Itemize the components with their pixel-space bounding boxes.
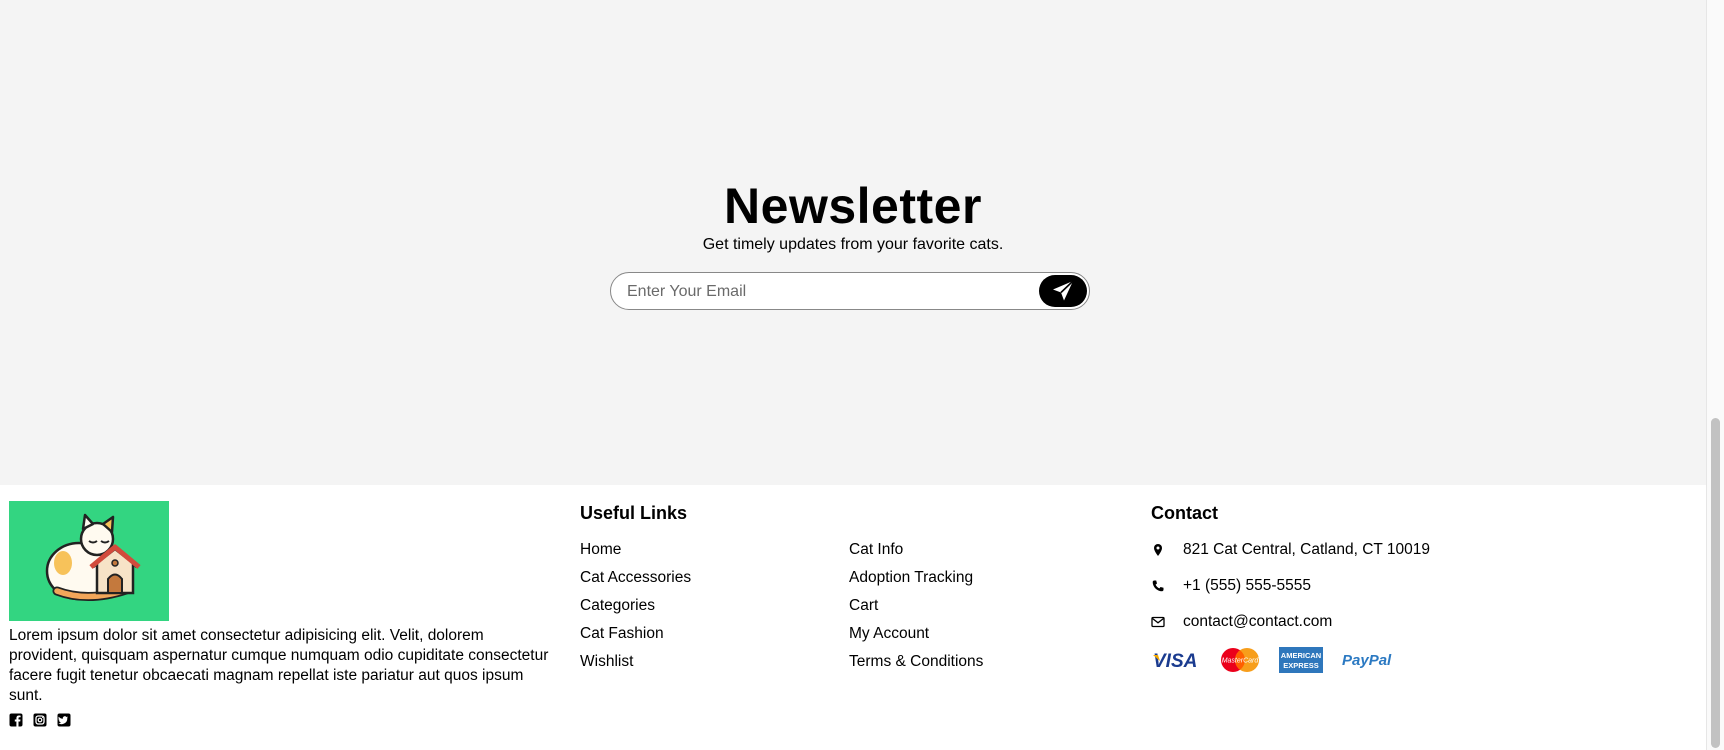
send-icon: [1051, 279, 1075, 303]
link-adoption-tracking[interactable]: Adoption Tracking: [849, 568, 983, 596]
contact-phone: +1 (555) 555-5555: [1151, 576, 1311, 596]
visa-logo: VISA: [1153, 651, 1197, 671]
useful-links-title: Useful Links: [580, 503, 688, 523]
phone-icon: [1151, 579, 1165, 593]
vertical-scrollbar[interactable]: [1706, 0, 1724, 750]
social-links: [9, 713, 71, 727]
contact-email: contact@contact.com: [1151, 612, 1332, 632]
contact-address: 821 Cat Central, Catland, CT 10019: [1151, 540, 1430, 560]
scrollbar-thumb[interactable]: [1711, 418, 1720, 748]
contact-title: Contact: [1151, 503, 1218, 523]
email-text[interactable]: contact@contact.com: [1183, 612, 1332, 632]
link-cat-accessories[interactable]: Cat Accessories: [580, 568, 691, 596]
newsletter-form: [610, 272, 1090, 310]
amex-text-line2: EXPRESS: [1283, 661, 1318, 670]
twitter-icon[interactable]: [57, 713, 71, 727]
paypal-text: PayPal: [1342, 652, 1392, 669]
cat-house-logo[interactable]: [9, 501, 169, 621]
subscribe-button[interactable]: [1039, 275, 1087, 307]
newsletter-title: Newsletter: [724, 178, 982, 234]
useful-links-column-2: Cat Info Adoption Tracking Cart My Accou…: [849, 540, 983, 680]
visa-text: VISA: [1153, 651, 1197, 671]
email-input[interactable]: [627, 281, 1027, 303]
phone-text: +1 (555) 555-5555: [1183, 577, 1311, 594]
instagram-icon[interactable]: [33, 713, 47, 727]
payment-methods: VISA MasterCard AMERICAN EXPRESS PayPal: [1151, 647, 1393, 673]
location-pin-icon: [1151, 543, 1165, 557]
useful-links-column-1: Home Cat Accessories Categories Cat Fash…: [580, 540, 691, 680]
link-cat-info[interactable]: Cat Info: [849, 540, 983, 568]
mastercard-text: MasterCard: [1222, 658, 1260, 665]
address-text: 821 Cat Central, Catland, CT 10019: [1183, 541, 1431, 558]
link-my-account[interactable]: My Account: [849, 624, 983, 652]
amex-text-line1: AMERICAN: [1281, 651, 1321, 660]
about-text: Lorem ipsum dolor sit amet consectetur a…: [9, 627, 549, 704]
link-categories[interactable]: Categories: [580, 596, 691, 624]
paypal-logo: PayPal: [1342, 652, 1392, 669]
mastercard-logo: MasterCard: [1221, 648, 1260, 672]
link-wishlist[interactable]: Wishlist: [580, 652, 691, 680]
facebook-icon[interactable]: [9, 713, 23, 727]
newsletter-section: Newsletter Get timely updates from your …: [0, 0, 1706, 485]
link-cart[interactable]: Cart: [849, 596, 983, 624]
mail-icon: [1151, 615, 1165, 629]
link-cat-fashion[interactable]: Cat Fashion: [580, 624, 691, 652]
site-footer: Lorem ipsum dolor sit amet consectetur a…: [0, 485, 1706, 750]
link-home[interactable]: Home: [580, 540, 691, 568]
link-terms-conditions[interactable]: Terms & Conditions: [849, 652, 983, 680]
newsletter-subtitle: Get timely updates from your favorite ca…: [702, 236, 1004, 253]
amex-logo: AMERICAN EXPRESS: [1279, 647, 1323, 673]
